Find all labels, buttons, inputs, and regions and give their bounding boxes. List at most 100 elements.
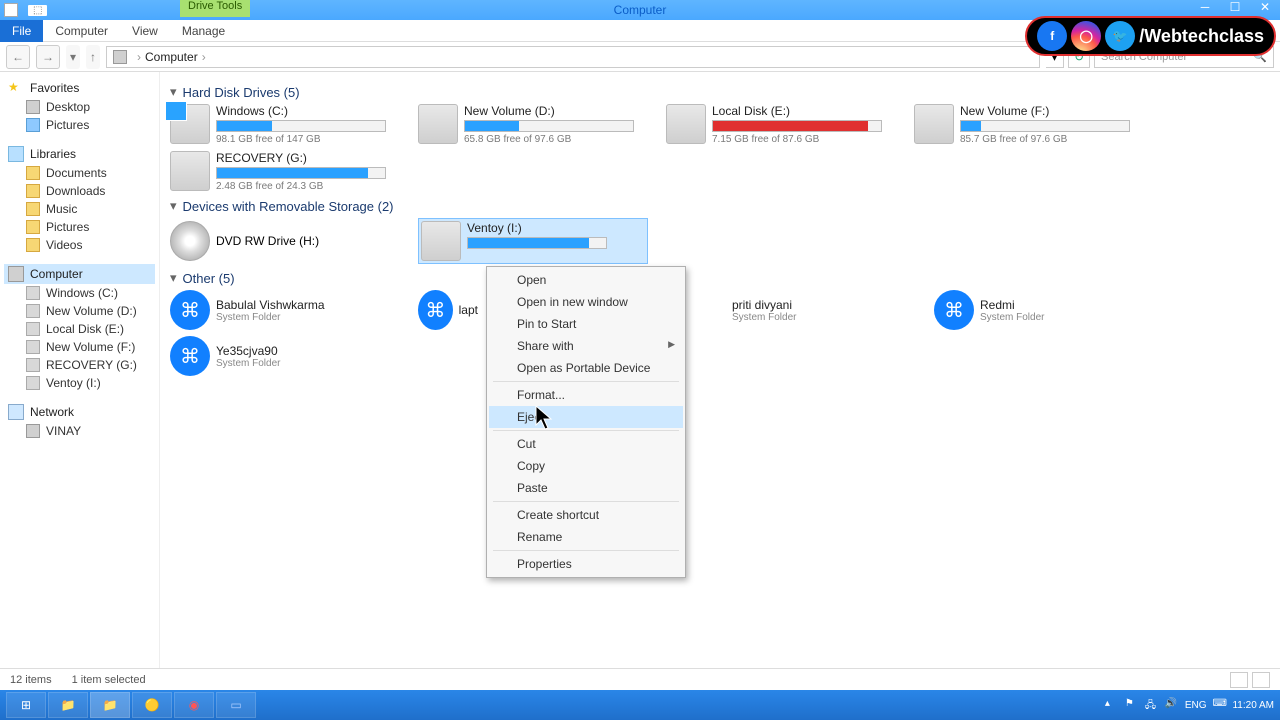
taskbar-app-blue[interactable]: ▭ [216, 692, 256, 718]
taskbar: ⊞ 📁 📁 🟡 ◉ ▭ ▴ ⚑ 🖧 🔊 ENG ⌨ 11:20 AM [0, 690, 1280, 720]
sidebar-libraries[interactable]: Libraries [4, 144, 155, 164]
ctx-properties[interactable]: Properties [489, 553, 683, 575]
breadcrumb[interactable]: › Computer › [106, 46, 1040, 68]
section-other[interactable]: ▾Other (5) [170, 270, 1270, 286]
sidebar-item-newvol-d[interactable]: New Volume (D:) [4, 302, 155, 320]
drive-dvd-h[interactable]: DVD RW Drive (H:) [170, 218, 390, 264]
drive-tools-tab[interactable]: Drive Tools [180, 0, 250, 17]
forward-button[interactable]: → [36, 45, 60, 69]
tray-time[interactable]: 11:20 AM [1232, 700, 1274, 711]
sidebar-favorites[interactable]: ★Favorites [4, 78, 155, 98]
breadcrumb-computer[interactable]: Computer [145, 50, 198, 64]
sidebar-item-pictures-lib[interactable]: Pictures [4, 218, 155, 236]
tab-computer[interactable]: Computer [43, 20, 120, 42]
taskbar-app-red[interactable]: ◉ [174, 692, 214, 718]
tray-flag-icon[interactable]: ⚑ [1125, 698, 1139, 712]
ctx-separator [493, 430, 679, 431]
ctx-open-new-window[interactable]: Open in new window [489, 291, 683, 313]
sidebar-item-desktop[interactable]: Desktop [4, 98, 155, 116]
instagram-icon: ◯ [1071, 21, 1101, 51]
drive-ventoy-i[interactable]: Ventoy (I:) [418, 218, 648, 264]
folder-icon [26, 166, 40, 180]
ctx-paste[interactable]: Paste [489, 477, 683, 499]
bt-item-priti[interactable]: ⌘priti divyaniSystem Folder [686, 290, 906, 330]
drive-newvol-d[interactable]: New Volume (D:)65.8 GB free of 97.6 GB [418, 104, 638, 145]
drive-icon [421, 221, 461, 261]
ctx-cut[interactable]: Cut [489, 433, 683, 455]
pc-icon [26, 424, 40, 438]
ctx-open[interactable]: Open [489, 269, 683, 291]
tray-keyboard-icon[interactable]: ⌨ [1212, 698, 1226, 712]
social-text: /Webtechclass [1139, 26, 1264, 47]
bluetooth-icon: ⌘ [170, 336, 210, 376]
ctx-separator [493, 501, 679, 502]
sidebar-item-recovery-g[interactable]: RECOVERY (G:) [4, 356, 155, 374]
tray-network-icon[interactable]: 🖧 [1145, 698, 1159, 712]
collapse-arrow-icon: ▾ [170, 198, 177, 214]
taskbar-explorer-active[interactable]: 📁 [90, 692, 130, 718]
section-removable[interactable]: ▾Devices with Removable Storage (2) [170, 198, 1270, 214]
sidebar-item-newvol-f[interactable]: New Volume (F:) [4, 338, 155, 356]
back-button[interactable]: ← [6, 45, 30, 69]
bluetooth-icon: ⌘ [170, 290, 210, 330]
bt-item-redmi[interactable]: ⌘RedmiSystem Folder [934, 290, 1154, 330]
sidebar-item-vinay[interactable]: VINAY [4, 422, 155, 440]
tab-file[interactable]: File [0, 20, 43, 42]
tab-view[interactable]: View [120, 20, 170, 42]
taskbar-chrome[interactable]: 🟡 [132, 692, 172, 718]
drive-icon [666, 104, 706, 144]
sidebar-network[interactable]: Network [4, 402, 155, 422]
library-icon [8, 146, 24, 162]
sidebar-item-music[interactable]: Music [4, 200, 155, 218]
sidebar-item-pictures[interactable]: Pictures [4, 116, 155, 134]
tray-up-icon[interactable]: ▴ [1105, 698, 1119, 712]
bt-item-lapt[interactable]: ⌘lapt [418, 290, 478, 330]
drive-newvol-f[interactable]: New Volume (F:)85.7 GB free of 97.6 GB [914, 104, 1134, 145]
status-bar: 12 items 1 item selected [0, 668, 1280, 690]
sidebar-item-videos[interactable]: Videos [4, 236, 155, 254]
up-button[interactable]: ↑ [86, 45, 100, 69]
sidebar-item-ventoy-i[interactable]: Ventoy (I:) [4, 374, 155, 392]
drive-recovery-g[interactable]: RECOVERY (G:)2.48 GB free of 24.3 GB [170, 151, 390, 192]
drive-icon [170, 151, 210, 191]
minimize-button[interactable]: ─ [1190, 0, 1220, 14]
view-tiles-button[interactable] [1252, 672, 1270, 688]
sidebar-item-documents[interactable]: Documents [4, 164, 155, 182]
ctx-open-portable[interactable]: Open as Portable Device [489, 357, 683, 379]
network-icon [8, 404, 24, 420]
section-hdd[interactable]: ▾Hard Disk Drives (5) [170, 84, 1270, 100]
sidebar: ★Favorites Desktop Pictures Libraries Do… [0, 72, 160, 668]
recent-dropdown[interactable]: ▾ [66, 45, 80, 69]
ctx-format[interactable]: Format... [489, 384, 683, 406]
maximize-button[interactable]: ☐ [1220, 0, 1250, 14]
ctx-create-shortcut[interactable]: Create shortcut [489, 504, 683, 526]
drive-icon [26, 304, 40, 318]
facebook-icon: f [1037, 21, 1067, 51]
drive-windows-c[interactable]: Windows (C:)98.1 GB free of 147 GB [170, 104, 390, 145]
sidebar-item-windows-c[interactable]: Windows (C:) [4, 284, 155, 302]
close-button[interactable]: ✕ [1250, 0, 1280, 14]
start-button[interactable]: ⊞ [6, 692, 46, 718]
bluetooth-icon: ⌘ [934, 290, 974, 330]
ctx-copy[interactable]: Copy [489, 455, 683, 477]
taskbar-explorer[interactable]: 📁 [48, 692, 88, 718]
ctx-pin-start[interactable]: Pin to Start [489, 313, 683, 335]
sidebar-item-local-e[interactable]: Local Disk (E:) [4, 320, 155, 338]
sidebar-computer[interactable]: Computer [4, 264, 155, 284]
bt-item-babulal[interactable]: ⌘Babulal VishwkarmaSystem Folder [170, 290, 390, 330]
sidebar-item-downloads[interactable]: Downloads [4, 182, 155, 200]
drive-local-e[interactable]: Local Disk (E:)7.15 GB free of 87.6 GB [666, 104, 886, 145]
tray-lang[interactable]: ENG [1185, 700, 1207, 711]
ctx-separator [493, 381, 679, 382]
drive-icon [26, 340, 40, 354]
ctx-eject[interactable]: Eject [489, 406, 683, 428]
title-highlight: ⬚ [28, 5, 47, 16]
ctx-rename[interactable]: Rename [489, 526, 683, 548]
social-overlay: f ◯ 🐦 /Webtechclass [1025, 16, 1276, 56]
tray-volume-icon[interactable]: 🔊 [1165, 698, 1179, 712]
drive-icon [26, 322, 40, 336]
view-details-button[interactable] [1230, 672, 1248, 688]
tab-manage[interactable]: Manage [170, 20, 237, 42]
bt-item-ye35[interactable]: ⌘Ye35cjva90System Folder [170, 336, 390, 376]
ctx-share-with[interactable]: Share with [489, 335, 683, 357]
